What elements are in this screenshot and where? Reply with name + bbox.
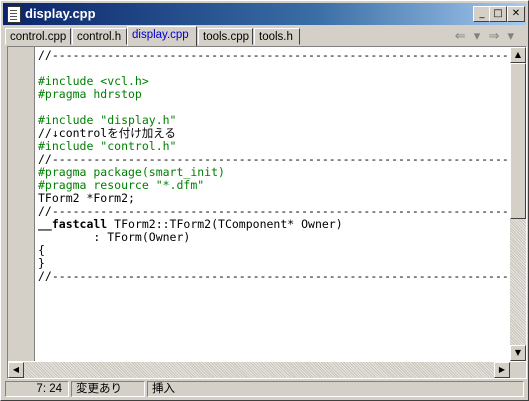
code-line[interactable]: //--------------------------------------… [38,49,510,62]
tab-control-cpp[interactable]: control.cpp [5,28,71,45]
editor-window: display.cpp _ □ ✕ control.cpp control.h … [0,0,529,401]
window-title: display.cpp [25,6,96,21]
code-line[interactable]: #pragma hdrstop [38,88,510,101]
tab-tools-cpp[interactable]: tools.cpp [198,28,253,45]
tab-control-h[interactable]: control.h [72,28,127,45]
scroll-down-icon[interactable]: ▼ [510,345,526,361]
cursor-position: 7: 24 [5,381,69,397]
scroll-right-icon[interactable]: ▶ [494,362,510,378]
code-editor[interactable]: //--------------------------------------… [7,46,527,379]
code-line[interactable]: //--------------------------------------… [38,270,510,283]
document-icon [7,6,21,23]
scroll-up-icon[interactable]: ▲ [510,47,526,63]
navigation-arrows[interactable]: ⇐ ▾ ⇒ ▾ [455,29,516,44]
scrollbar-corner [510,362,526,378]
title-bar[interactable]: display.cpp _ □ ✕ [3,3,526,25]
maximize-button[interactable]: □ [489,6,507,22]
code-line[interactable]: : TForm(Owner) [38,231,510,244]
horizontal-scrollbar[interactable]: ◀ ▶ [8,362,510,378]
vertical-scroll-thumb[interactable] [510,63,526,219]
tab-display-cpp[interactable]: display.cpp [127,26,197,46]
tab-tools-h[interactable]: tools.h [254,28,300,45]
code-line[interactable]: { [38,244,510,257]
editor-gutter[interactable] [8,47,35,361]
modified-indicator: 変更あり [71,381,145,397]
scroll-left-icon[interactable]: ◀ [8,362,24,378]
file-tabs: control.cpp control.h display.cpp tools.… [3,26,526,46]
code-area[interactable]: //--------------------------------------… [38,49,510,359]
close-button[interactable]: ✕ [507,6,525,22]
vertical-scrollbar[interactable]: ▲ ▼ [510,47,526,361]
status-bar: 7: 24 変更あり 挿入 [3,380,526,398]
insert-mode-indicator: 挿入 [147,381,524,397]
